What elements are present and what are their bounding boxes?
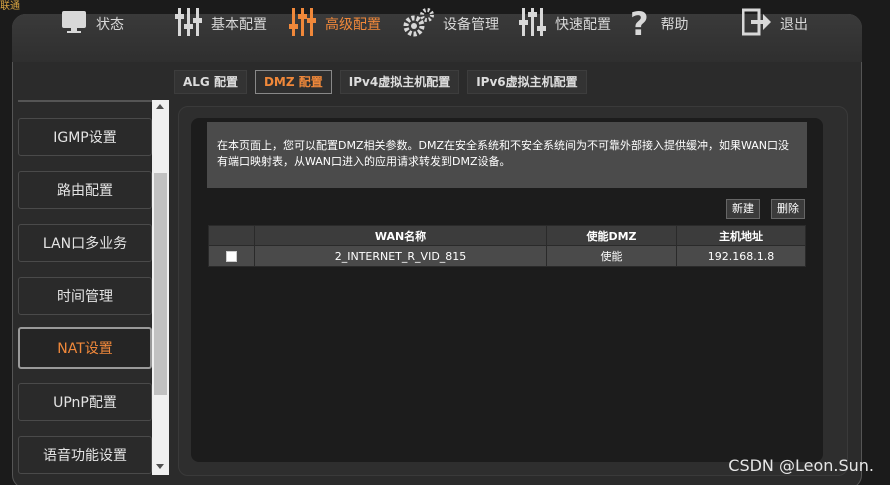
nav-label: 快速配置 [555, 17, 611, 33]
nav-quick-config[interactable]: 快速配置 [519, 0, 611, 48]
nav-label: 高级配置 [325, 17, 381, 33]
sliders-advanced-icon [289, 6, 317, 42]
table-row[interactable]: 2_INTERNET_R_VID_815 使能 192.168.1.8 [208, 245, 806, 267]
gears-icon [403, 7, 435, 41]
host-address-cell: 192.168.1.8 [676, 245, 806, 267]
new-button[interactable]: 新建 [726, 199, 760, 219]
tab-dmz-config[interactable]: DMZ 配置 [254, 70, 332, 94]
nav-label: 设备管理 [443, 17, 499, 33]
nav-logout[interactable]: 退出 [741, 0, 808, 48]
sidebar-divider [18, 100, 152, 102]
row-select-cell [208, 245, 255, 267]
sidebar-item-lan-multiservice[interactable]: LAN口多业务 [18, 224, 152, 262]
delete-button[interactable]: 删除 [771, 199, 805, 219]
enable-dmz-cell: 使能 [546, 245, 677, 267]
nav-label: 状态 [96, 17, 124, 33]
watermark-text: CSDN @Leon.Sun. [728, 456, 874, 475]
corner-brand-text: 联通 [0, 1, 20, 12]
scroll-down-icon[interactable] [156, 464, 164, 469]
column-header-select [208, 225, 255, 246]
nav-device-management[interactable]: 设备管理 [403, 0, 499, 48]
sidebar-scroll-thumb[interactable] [154, 173, 167, 395]
sliders-quick-icon [519, 6, 547, 42]
nav-basic-config[interactable]: 基本配置 [175, 0, 267, 48]
column-header-host-address: 主机地址 [676, 225, 806, 246]
question-icon: ? [630, 5, 649, 43]
sidebar-item-voice[interactable]: 语音功能设置 [18, 436, 152, 474]
tab-alg-config[interactable]: ALG 配置 [174, 70, 247, 94]
monitor-icon [60, 8, 88, 40]
nav-label: 基本配置 [211, 17, 267, 33]
sidebar-item-igmp[interactable]: IGMP设置 [18, 118, 152, 156]
tab-ipv6-virtual-host[interactable]: IPv6虚拟主机配置 [467, 70, 587, 94]
logout-icon [741, 8, 772, 40]
page-description: 在本页面上，您可以配置DMZ相关参数。DMZ在安全系统和不安全系统间为不可靠外部… [207, 122, 807, 188]
nav-advanced-config[interactable]: 高级配置 [289, 0, 381, 48]
wan-name-cell: 2_INTERNET_R_VID_815 [254, 245, 547, 267]
dmz-table: WAN名称 使能DMZ 主机地址 2_INTERNET_R_VID_815 使能… [208, 225, 806, 267]
sidebar-item-upnp[interactable]: UPnP配置 [18, 383, 152, 421]
nav-help[interactable]: ? 帮助 [630, 0, 689, 48]
subtab-bar: ALG 配置 DMZ 配置 IPv4虚拟主机配置 IPv6虚拟主机配置 [174, 70, 587, 94]
sliders-icon [175, 6, 203, 42]
sidebar-item-time[interactable]: 时间管理 [18, 277, 152, 315]
tab-ipv4-virtual-host[interactable]: IPv4虚拟主机配置 [339, 70, 460, 94]
scroll-up-icon[interactable] [156, 104, 164, 109]
nav-label: 帮助 [660, 17, 689, 33]
column-header-wan-name: WAN名称 [254, 225, 547, 246]
sidebar-item-routing[interactable]: 路由配置 [18, 171, 152, 209]
nav-label: 退出 [780, 17, 808, 33]
sidebar-item-nat[interactable]: NAT设置 [18, 327, 152, 369]
nav-status[interactable]: 状态 [60, 0, 124, 48]
column-header-enable-dmz: 使能DMZ [546, 225, 677, 246]
row-checkbox[interactable] [226, 251, 237, 262]
